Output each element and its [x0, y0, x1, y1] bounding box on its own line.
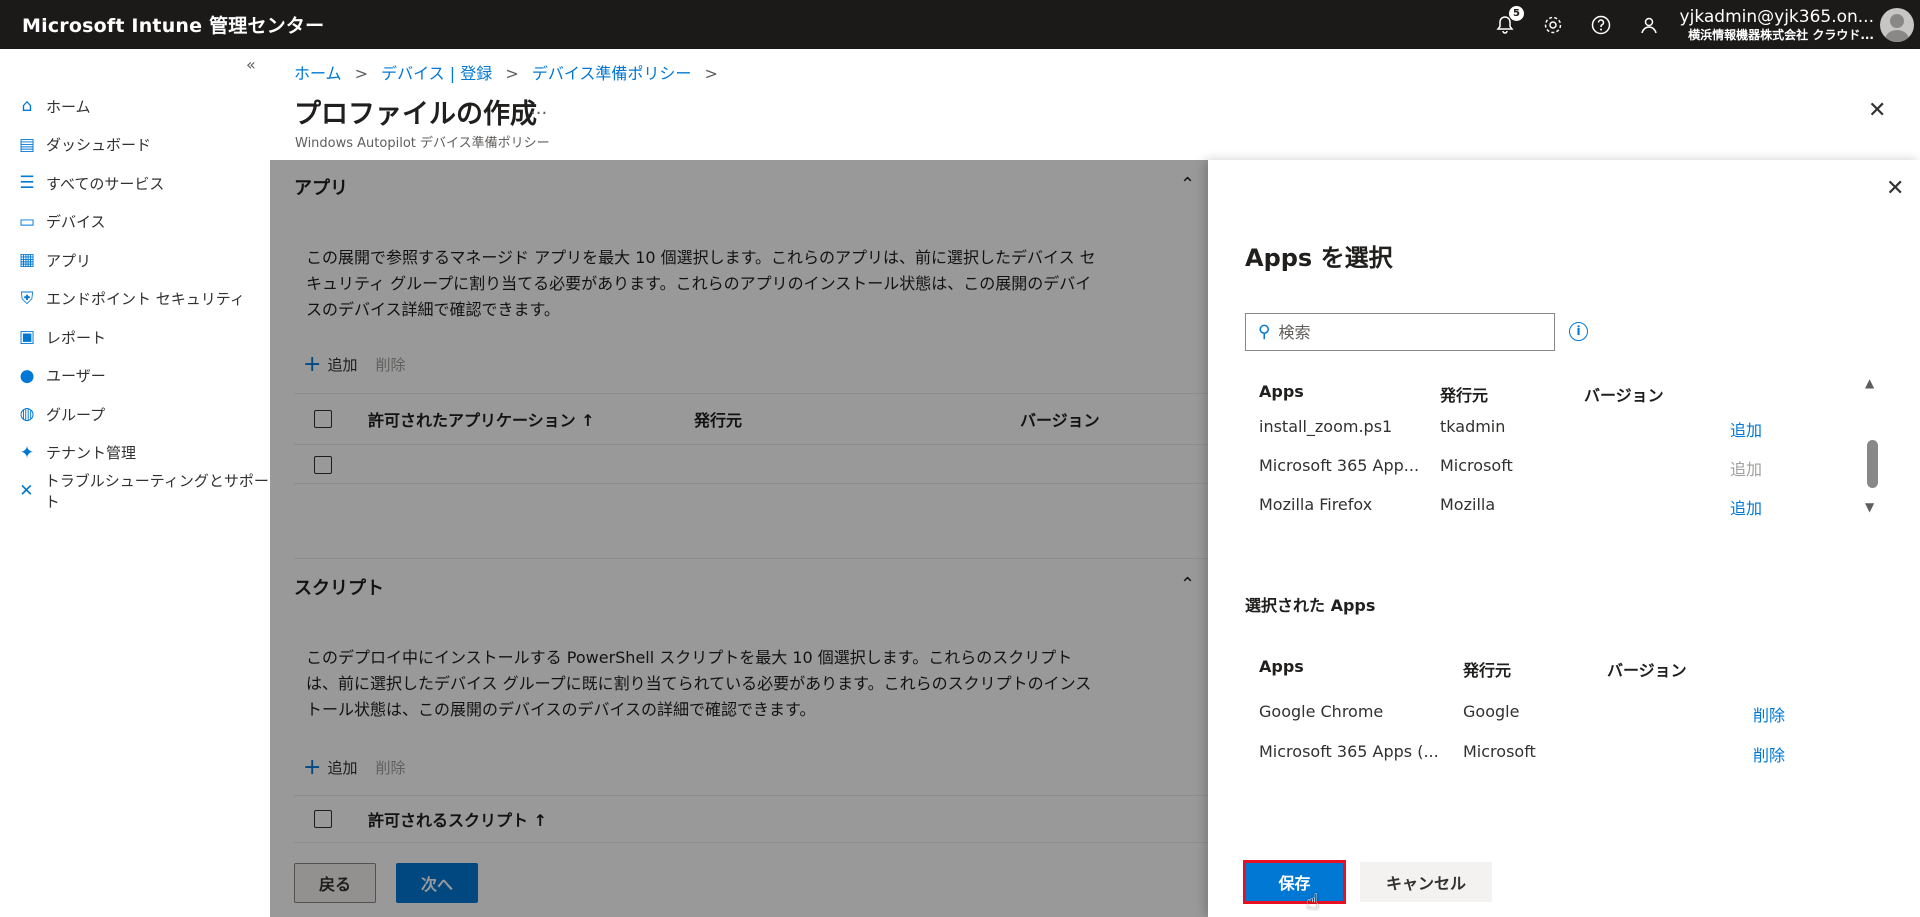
sidebar-item-shield[interactable]: ⛨ エンドポイント セキュリティ	[0, 280, 270, 319]
sidebar: « ⌂ ホーム ▤ ダッシュボード ☰ すべてのサービス ▭ デバイス ▦ アプリ ⛨ エンドポイント…	[0, 49, 270, 917]
page-title: プロファイルの作成	[294, 99, 537, 130]
select-apps-panel	[1208, 160, 1920, 917]
sidebar-item-label: アプリ	[46, 251, 92, 270]
selected-app-publisher: Microsoft	[1463, 742, 1536, 761]
top-bar: Microsoft Intune 管理センター 5 yjkadmin@yjk36…	[0, 0, 1920, 49]
breadcrumb-separator: >	[354, 64, 369, 83]
selected-app-name: Microsoft 365 Apps (...	[1259, 742, 1439, 761]
column-publisher[interactable]: 発行元	[1463, 657, 1511, 681]
sidebar-item-apps-grid[interactable]: ▦ アプリ	[0, 241, 270, 280]
account-name: yjkadmin@yjk365.on...	[1679, 7, 1874, 27]
more-options-icon[interactable]: ...	[530, 98, 547, 119]
sidebar-item-list[interactable]: ☰ すべてのサービス	[0, 164, 270, 203]
close-panel-icon[interactable]: ✕	[1886, 176, 1904, 201]
hand-cursor-icon: ☝	[1306, 890, 1320, 915]
column-version[interactable]: バージョン	[1607, 657, 1687, 681]
search-icon: ⚲	[1258, 322, 1271, 342]
account-info[interactable]: yjkadmin@yjk365.on... 横浜情報機器株式会社 クラウド...	[1680, 7, 1874, 43]
sidebar-item-label: デバイス	[46, 213, 106, 232]
panel-title: Apps を選択	[1245, 244, 1393, 272]
app-publisher: Microsoft	[1440, 456, 1513, 475]
sidebar-item-report[interactable]: ▣ レポート	[0, 318, 270, 357]
add-app-link[interactable]: 追加	[1730, 417, 1762, 441]
group-icon: ◍	[19, 404, 35, 425]
top-icons: 5	[1494, 0, 1660, 49]
wrench-icon: ✕	[19, 481, 34, 502]
save-button[interactable]: 保存	[1243, 860, 1346, 904]
app-name: install_zoom.ps1	[1259, 417, 1393, 436]
user-icon: ●	[19, 365, 35, 386]
shield-icon: ⛨	[20, 288, 34, 309]
sidebar-item-label: トラブルシューティングとサポート	[44, 472, 269, 512]
app-publisher: Mozilla	[1440, 495, 1496, 514]
column-apps[interactable]: Apps	[1259, 657, 1304, 676]
modal-overlay[interactable]	[270, 160, 1208, 917]
report-icon: ▣	[18, 327, 36, 348]
sidebar-item-dashboard[interactable]: ▤ ダッシュボード	[0, 126, 270, 165]
search-box[interactable]: ⚲	[1245, 313, 1555, 351]
selected-app-publisher: Google	[1463, 702, 1520, 721]
sidebar-item-wrench[interactable]: ✕ トラブルシューティングとサポート	[0, 472, 270, 511]
account-org: 横浜情報機器株式会社 クラウド...	[1688, 28, 1874, 42]
add-app-link[interactable]: 追加	[1730, 495, 1762, 519]
device-icon: ▭	[18, 211, 36, 232]
scrollbar-thumb[interactable]	[1867, 440, 1878, 488]
app-name: Mozilla Firefox	[1259, 495, 1373, 514]
close-page-icon[interactable]: ✕	[1868, 98, 1886, 123]
apps-grid-icon: ▦	[18, 250, 36, 271]
sidebar-item-label: エンドポイント セキュリティ	[46, 290, 245, 309]
page-subtitle: Windows Autopilot デバイス準備ポリシー	[295, 136, 550, 151]
remove-app-link[interactable]: 削除	[1753, 702, 1785, 726]
app-title[interactable]: Microsoft Intune 管理センター	[0, 11, 324, 38]
sidebar-item-label: グループ	[46, 405, 106, 424]
sidebar-item-label: ダッシュボード	[46, 136, 152, 155]
search-input[interactable]	[1278, 322, 1529, 342]
sidebar-item-label: すべてのサービス	[46, 174, 165, 193]
sidebar-item-label: ホーム	[46, 97, 91, 116]
breadcrumb-separator: >	[505, 64, 519, 83]
bell-icon[interactable]: 5	[1494, 5, 1524, 36]
home-icon: ⌂	[21, 96, 33, 117]
breadcrumb-devices-enroll[interactable]: デバイス | 登録	[381, 64, 492, 83]
feedback-icon[interactable]	[1638, 14, 1660, 36]
dashboard-icon: ▤	[18, 134, 36, 155]
remove-app-link[interactable]: 削除	[1753, 742, 1785, 766]
notification-badge: 5	[1509, 5, 1524, 21]
scroll-up-icon[interactable]: ▲	[1865, 376, 1874, 390]
selected-apps-title: 選択された Apps	[1245, 596, 1376, 615]
sidebar-item-home[interactable]: ⌂ ホーム	[0, 87, 270, 126]
column-apps[interactable]: Apps	[1259, 382, 1304, 401]
collapse-sidebar-icon[interactable]: «	[246, 55, 256, 74]
sidebar-item-label: レポート	[46, 328, 107, 347]
column-version[interactable]: バージョン	[1584, 382, 1664, 406]
breadcrumb-separator: >	[704, 64, 718, 83]
gear-icon[interactable]	[1542, 14, 1564, 36]
breadcrumb-device-prep-policy[interactable]: デバイス準備ポリシー	[532, 64, 692, 83]
cancel-button[interactable]: キャンセル	[1360, 862, 1492, 902]
scroll-down-icon[interactable]: ▼	[1865, 500, 1874, 514]
sidebar-item-label: テナント管理	[46, 444, 137, 463]
add-app-link-disabled: 追加	[1730, 460, 1763, 479]
breadcrumb: ホーム > デバイス | 登録 > デバイス準備ポリシー >	[294, 60, 726, 84]
sidebar-item-user[interactable]: ● ユーザー	[0, 357, 270, 396]
app-publisher: tkadmin	[1440, 417, 1506, 436]
tenant-icon: ✦	[19, 442, 35, 463]
app-name: Microsoft 365 App...	[1259, 456, 1420, 475]
list-icon: ☰	[19, 173, 35, 194]
breadcrumb-home[interactable]: ホーム	[294, 64, 342, 83]
sidebar-item-device[interactable]: ▭ デバイス	[0, 203, 270, 242]
avatar[interactable]	[1880, 8, 1914, 42]
sidebar-nav: ⌂ ホーム ▤ ダッシュボード ☰ すべてのサービス ▭ デバイス ▦ アプリ ⛨ エンドポイント セ…	[0, 87, 270, 511]
sidebar-item-group[interactable]: ◍ グループ	[0, 395, 270, 434]
column-publisher[interactable]: 発行元	[1440, 382, 1488, 406]
selected-app-name: Google Chrome	[1259, 702, 1384, 721]
help-icon[interactable]	[1590, 14, 1612, 36]
sidebar-item-label: ユーザー	[46, 367, 106, 386]
sidebar-item-tenant[interactable]: ✦ テナント管理	[0, 434, 270, 473]
info-icon[interactable]: i	[1569, 322, 1588, 341]
